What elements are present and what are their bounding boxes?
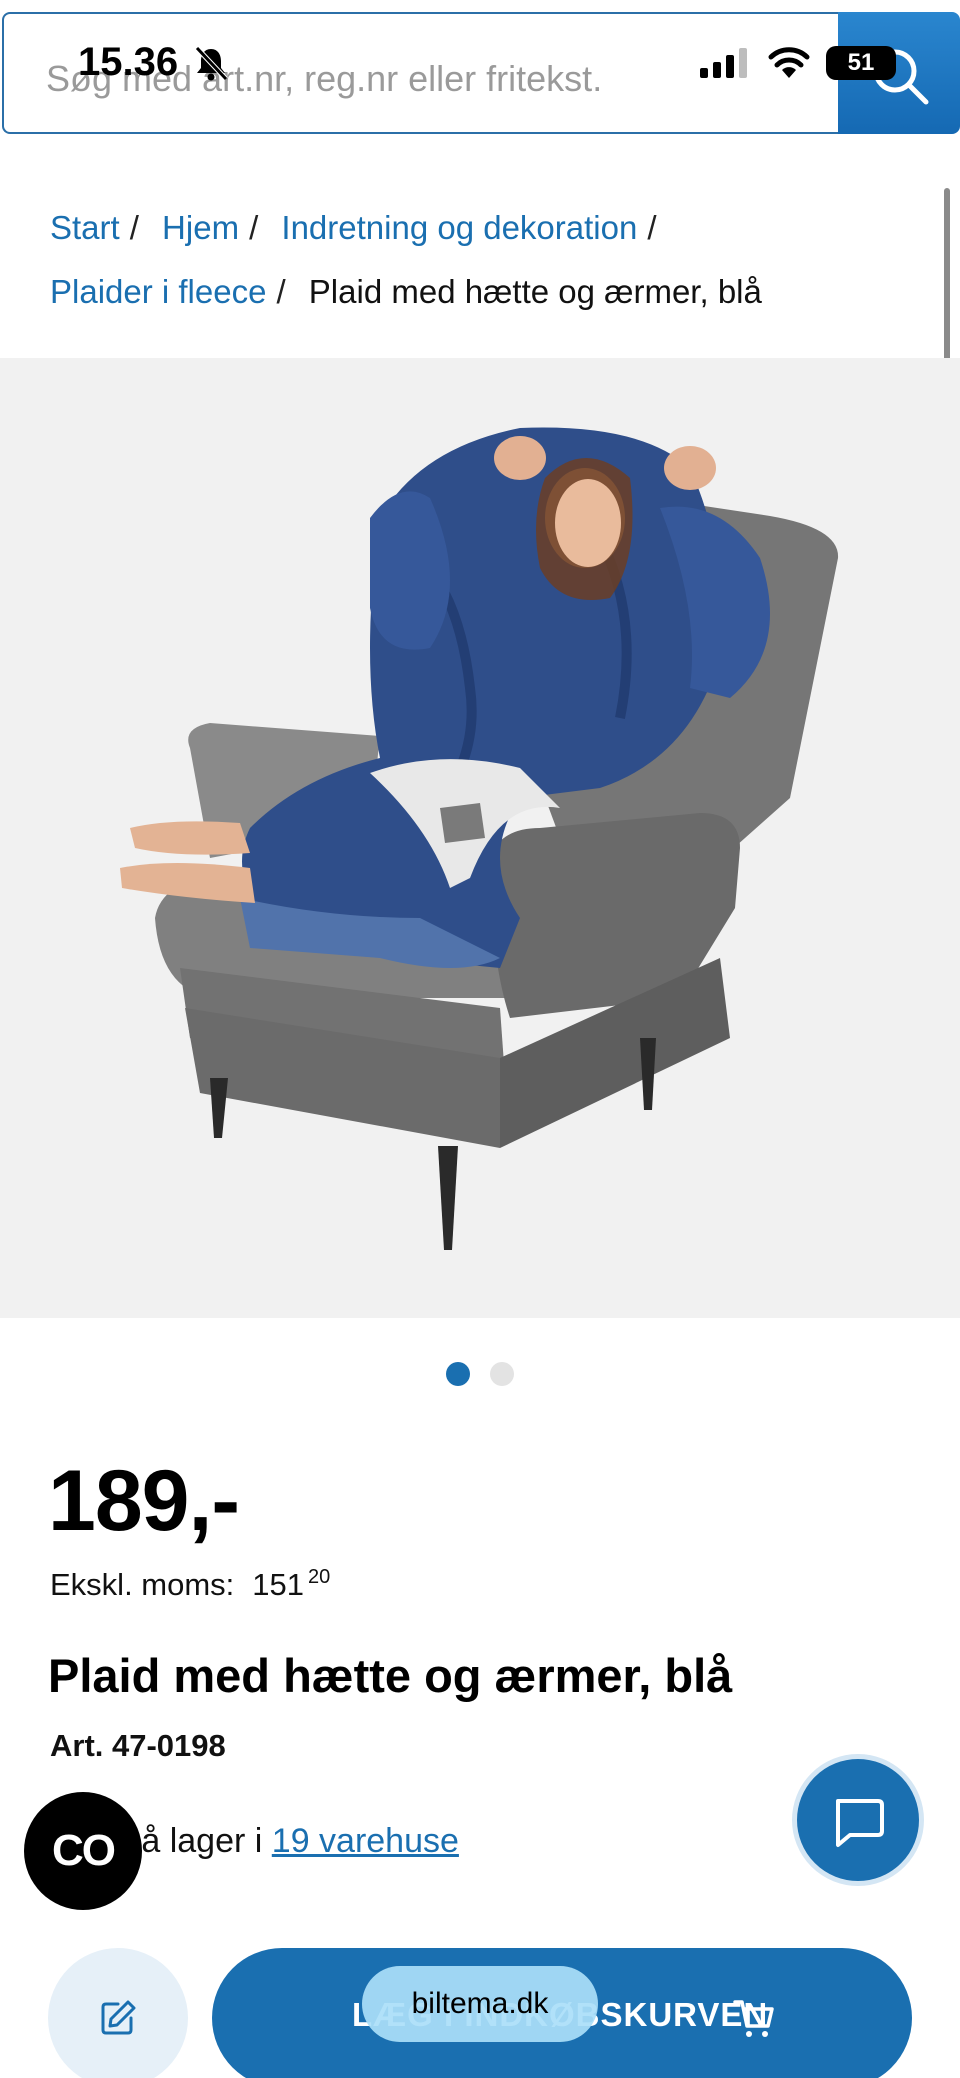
article-number: Art. 47-0198 [50,1728,226,1763]
edit-button[interactable] [48,1948,188,2078]
excl-vat-decimal: 20 [308,1566,331,1588]
excl-vat-label: Ekskl. moms: [50,1567,235,1602]
stock-warehouses-link[interactable]: 19 varehuse [272,1822,459,1860]
wifi-icon [768,47,810,78]
stock-status: s på lager i 19 varehuse [96,1822,459,1861]
excl-vat-integer: 151 [252,1567,305,1602]
breadcrumb-current: Plaid med hætte og ærmer, blå [308,273,762,310]
cart-icon [733,2000,774,2037]
signal-icon [700,48,747,78]
co-badge-button[interactable]: CO [24,1792,142,1910]
breadcrumb-indretning[interactable]: Indretning og dekoration [281,209,637,246]
bell-muted-icon [195,46,228,81]
breadcrumb-plaider[interactable]: Plaider i fleece [50,273,266,310]
product-price: 189,- [48,1453,240,1549]
product-title: Plaid med hætte og ærmer, blå [48,1649,733,1702]
battery-icon: 51 [826,46,896,80]
url-pill[interactable]: biltema.dk [362,1966,598,2042]
breadcrumb-start[interactable]: Start [50,209,120,246]
breadcrumb-separator: / [276,273,286,310]
carousel-dot[interactable] [490,1362,514,1386]
breadcrumb-separator: / [249,209,259,246]
product-photo [120,427,839,1250]
breadcrumb-separator: / [129,209,139,246]
chat-button[interactable] [792,1754,924,1886]
price-excl-vat: Ekskl. moms: 151 20 [50,1566,330,1603]
chat-icon [836,1799,884,1847]
carousel-dot-active[interactable] [446,1362,470,1386]
breadcrumb-separator: / [647,209,657,246]
status-time: 15.36 [78,40,179,84]
breadcrumb-hjem[interactable]: Hjem [162,209,239,246]
breadcrumb: Start / Hjem / Indretning og dekoration / P… [50,196,910,324]
edit-icon [101,2000,136,2035]
product-image[interactable] [0,358,960,1318]
